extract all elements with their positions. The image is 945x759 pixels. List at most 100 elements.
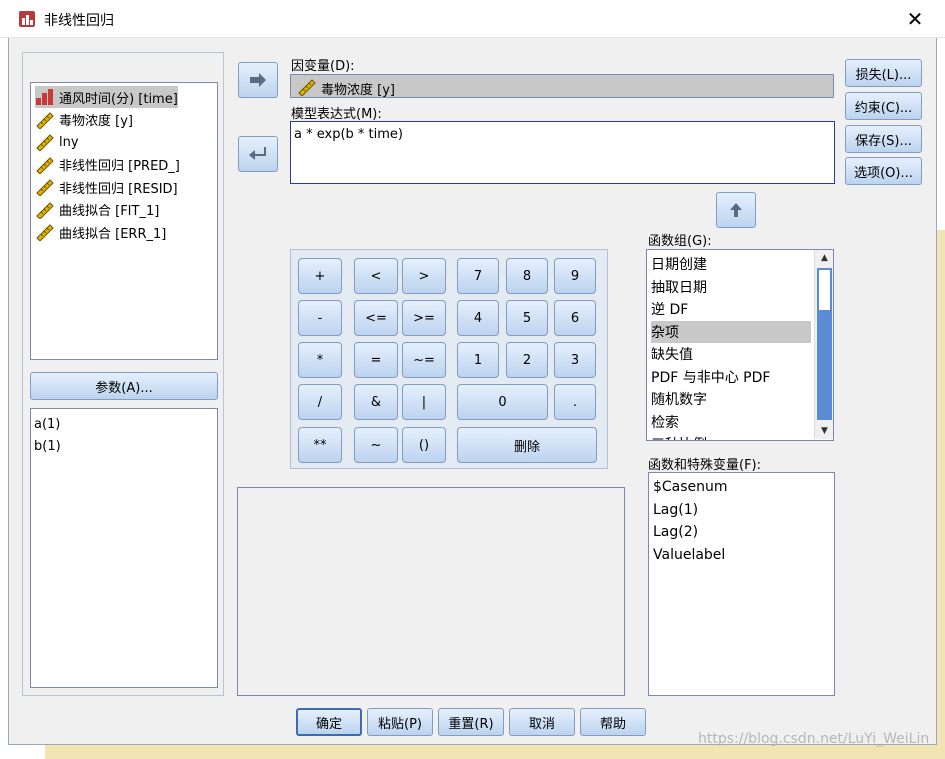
function-group-item[interactable]: 杂项	[651, 320, 811, 343]
scroll-thumb[interactable]	[817, 268, 832, 420]
move-to-dependent-button[interactable]	[238, 62, 278, 98]
function-group-item[interactable]: 随机数字	[651, 388, 811, 410]
watermark: https://blog.csdn.net/LuYi_WeiLin	[698, 731, 930, 747]
operator-key[interactable]: <=	[354, 300, 398, 336]
variable-list[interactable]: 通风时间(分) [time] 毒物浓度 [y] lny 非线性回归 [PRED_] 非线…	[30, 82, 218, 360]
special-var-item[interactable]: Lag(2)	[653, 521, 698, 543]
variable-item[interactable]: 曲线拟合 [FIT_1]	[35, 199, 159, 221]
expression-field[interactable]: a * exp(b * time)	[290, 121, 835, 184]
parameter-item[interactable]: b(1)	[34, 435, 61, 457]
variable-label: 通风时间(分) [time]	[59, 91, 178, 107]
operator-key[interactable]: **	[298, 427, 342, 463]
parameters-button[interactable]: 参数(A)...	[30, 372, 218, 400]
function-group-scrollbar[interactable]: ▲ ▼	[814, 250, 833, 439]
digit-key[interactable]: 6	[554, 300, 596, 336]
ok-button[interactable]: 确定	[296, 708, 362, 736]
digit-key[interactable]: 4	[457, 300, 499, 336]
function-description-box	[237, 487, 625, 696]
function-group-item[interactable]: 日期创建	[651, 253, 811, 275]
operator-key[interactable]: ~	[354, 427, 398, 463]
variable-item[interactable]: 非线性回归 [RESID]	[35, 176, 178, 198]
variable-label: 非线性回归 [RESID]	[59, 181, 178, 197]
digit-key[interactable]: 1	[457, 342, 499, 378]
special-var-item[interactable]: $Casenum	[653, 476, 728, 498]
operator-key[interactable]: +	[298, 258, 342, 294]
arrow-up-icon	[730, 203, 742, 217]
decimal-key[interactable]: .	[554, 384, 596, 420]
operator-key[interactable]: =	[354, 342, 398, 378]
expression-label: 模型表达式(M):	[291, 107, 382, 122]
operator-key[interactable]: >=	[402, 300, 446, 336]
calculator-pad: + < > - <= >= * = ~= / & | ** ~() 7 8 9 4 5 6 1 2 3 0. 删除	[290, 249, 608, 469]
close-icon[interactable]: ✕	[906, 9, 924, 29]
dependent-value: 毒物浓度 [y]	[321, 83, 395, 98]
digit-key[interactable]: 9	[554, 258, 596, 294]
function-group-item[interactable]: 缺失值	[651, 343, 811, 365]
parameter-item[interactable]: a(1)	[34, 413, 60, 435]
function-group-label: 函数组(G):	[648, 234, 712, 249]
operator-key[interactable]: *	[298, 342, 342, 378]
title-bar: 非线性回归 ✕	[0, 0, 945, 38]
variable-label: 非线性回归 [PRED_]	[59, 159, 180, 174]
variable-item[interactable]: 毒物浓度 [y]	[35, 109, 133, 131]
loss-button[interactable]: 损失(L)...	[845, 59, 922, 87]
digit-key[interactable]: 2	[506, 342, 548, 378]
operator-key[interactable]: <	[354, 258, 398, 294]
variable-item[interactable]: 非线性回归 [PRED_]	[35, 154, 180, 176]
arrow-right-icon	[250, 73, 266, 87]
reset-button[interactable]: 重置(R)	[438, 708, 504, 736]
digit-key[interactable]: 7	[457, 258, 499, 294]
special-var-item[interactable]: Lag(1)	[653, 499, 698, 521]
dependent-label: 因变量(D):	[291, 59, 355, 74]
arrow-return-icon	[249, 147, 266, 160]
operator-key[interactable]: /	[298, 384, 342, 420]
variable-label: lny	[59, 134, 79, 150]
function-group-item[interactable]: 抽取日期	[651, 276, 811, 298]
variable-item[interactable]: lny	[35, 131, 79, 153]
options-button[interactable]: 选项(O)...	[845, 157, 922, 185]
dependent-field[interactable]: 毒物浓度 [y]	[290, 74, 834, 98]
ruler-icon	[35, 156, 55, 175]
save-button[interactable]: 保存(S)...	[845, 125, 922, 153]
cancel-button[interactable]: 取消	[509, 708, 575, 736]
insert-function-button[interactable]	[716, 192, 756, 228]
digit-key[interactable]: 5	[506, 300, 548, 336]
digit-key[interactable]: 8	[506, 258, 548, 294]
constraints-button[interactable]: 约束(C)...	[845, 92, 922, 120]
paste-button[interactable]: 粘贴(P)	[367, 708, 433, 736]
function-group-list[interactable]: 日期创建抽取日期逆 DF杂项缺失值PDF 与非中心 PDF随机数字检索三种比例	[646, 249, 834, 441]
help-button[interactable]: 帮助	[580, 708, 646, 736]
background-cell	[45, 745, 945, 759]
variable-item[interactable]: 曲线拟合 [ERR_1]	[35, 221, 166, 243]
digit-key-zero[interactable]: 0	[457, 384, 548, 420]
function-group-item[interactable]: 逆 DF	[651, 298, 811, 320]
digit-key[interactable]: 3	[554, 342, 596, 378]
ruler-icon	[35, 133, 55, 152]
function-group-item[interactable]: 检索	[651, 411, 811, 433]
variable-label: 曲线拟合 [FIT_1]	[59, 204, 160, 219]
variable-item[interactable]: 通风时间(分) [time]	[35, 86, 178, 108]
parameter-list[interactable]: a(1) b(1)	[30, 408, 218, 688]
ruler-icon	[35, 178, 55, 197]
scroll-up-icon[interactable]: ▲	[815, 250, 834, 266]
function-group-item[interactable]: PDF 与非中心 PDF	[651, 366, 811, 388]
operator-key[interactable]: &	[354, 384, 398, 420]
special-vars-list[interactable]: $Casenum Lag(1) Lag(2) Valuelabel	[648, 472, 835, 696]
scale-bar-icon	[35, 88, 55, 106]
expression-value: a * exp(b * time)	[294, 127, 403, 142]
move-to-expression-button[interactable]	[238, 136, 278, 172]
special-vars-label: 函数和特殊变量(F):	[648, 458, 762, 473]
operator-key[interactable]: >	[402, 258, 446, 294]
operator-key[interactable]: -	[298, 300, 342, 336]
app-icon	[19, 11, 35, 27]
ruler-icon	[35, 111, 55, 130]
operator-key[interactable]: |	[402, 384, 446, 420]
operator-key[interactable]: ~=	[402, 342, 446, 378]
special-var-item[interactable]: Valuelabel	[653, 544, 725, 566]
ruler-icon	[35, 201, 55, 220]
function-group-item[interactable]: 三种比例	[651, 433, 811, 440]
delete-key[interactable]: 删除	[457, 427, 597, 463]
operator-key[interactable]: ()	[402, 427, 446, 463]
scroll-down-icon[interactable]: ▼	[815, 423, 834, 439]
ruler-icon	[35, 223, 55, 242]
